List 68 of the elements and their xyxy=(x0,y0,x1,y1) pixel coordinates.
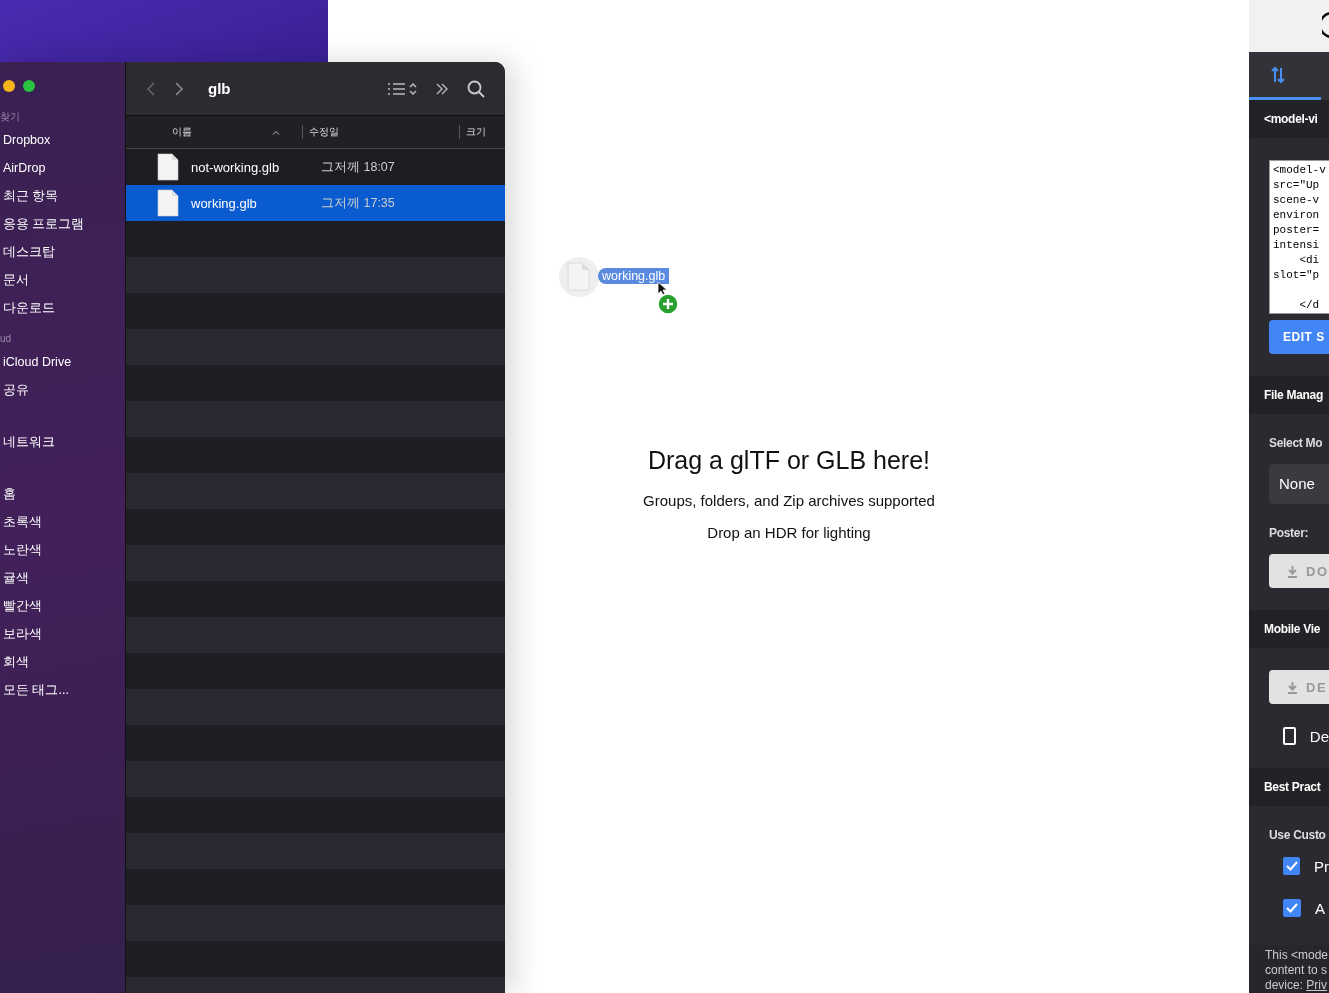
sidebar-item[interactable]: 문서 xyxy=(0,266,125,294)
file-icon xyxy=(157,189,179,217)
download-icon xyxy=(1287,680,1298,694)
sidebar-item[interactable]: 회색 xyxy=(0,648,125,676)
code-editor[interactable]: <model-v src="Up scene-v environ poster= intensi <di slot="p </d xyxy=(1269,160,1329,314)
section-header[interactable]: Best Pract xyxy=(1249,768,1329,806)
field-label: Poster: xyxy=(1269,526,1310,542)
sidebar-item[interactable]: 응용 프로그램 xyxy=(0,210,125,238)
field-label: Select Mo xyxy=(1269,436,1324,452)
sidebar-heading: ud xyxy=(0,332,13,346)
checkbox-label: De xyxy=(1309,727,1329,745)
forward-icon[interactable] xyxy=(174,80,184,97)
download-icon xyxy=(1287,564,1298,578)
sidebar-item[interactable]: Dropbox xyxy=(0,126,125,154)
file-name: working.glb xyxy=(191,195,258,211)
sort-arrows-icon xyxy=(1270,65,1285,84)
cursor-icon xyxy=(657,281,667,296)
drop-title: Drag a glTF or GLB here! xyxy=(647,446,931,475)
sidebar-item[interactable]: 최근 항목 xyxy=(0,182,125,210)
drop-hint: Drop an HDR for lighting xyxy=(707,523,871,543)
sidebar-item[interactable]: 데스크탑 xyxy=(0,238,125,266)
sort-caret-icon xyxy=(272,129,280,135)
field-label: Use Custo xyxy=(1269,828,1327,844)
checkbox[interactable] xyxy=(1283,857,1300,875)
add-icon xyxy=(657,293,679,315)
privacy-link[interactable]: Priv xyxy=(1306,978,1328,992)
sidebar-item[interactable]: 보라색 xyxy=(0,620,125,648)
select-field[interactable]: None xyxy=(1269,464,1329,504)
back-icon[interactable] xyxy=(146,80,156,97)
sidebar-item[interactable]: 네트워크 xyxy=(0,428,125,456)
file-icon xyxy=(157,153,179,181)
section-header[interactable]: File Manag xyxy=(1249,376,1329,414)
sidebar-item[interactable]: 빨간색 xyxy=(0,592,125,620)
notice-line: content to s xyxy=(1265,963,1329,978)
file-date: 그저께 17:35 xyxy=(321,194,395,212)
search-icon[interactable] xyxy=(467,79,485,98)
file-date: 그저께 18:07 xyxy=(321,158,395,176)
notice-line: device: Priv xyxy=(1265,978,1329,993)
sidebar-item[interactable]: AirDrop xyxy=(0,154,125,182)
sidebar-item[interactable]: 다운로드 xyxy=(0,294,125,322)
file-icon xyxy=(558,256,600,298)
sidebar-item[interactable]: 홈 xyxy=(0,480,125,508)
zoom-button[interactable] xyxy=(23,80,35,92)
file-name: not-working.glb xyxy=(191,159,281,175)
column-header[interactable]: 크기 xyxy=(459,125,486,139)
sidebar-item[interactable]: iCloud Drive xyxy=(0,348,125,376)
column-header[interactable]: 이름 xyxy=(172,125,272,139)
sidebar-item[interactable]: 노란색 xyxy=(0,536,125,564)
file-row[interactable]: working.glb 그저께 17:35 xyxy=(126,185,505,221)
checkbox[interactable] xyxy=(1283,899,1301,917)
edit-button[interactable]: EDIT S xyxy=(1269,320,1329,354)
minimize-button[interactable] xyxy=(3,80,15,92)
column-header[interactable]: 수정일 xyxy=(302,125,459,139)
sidebar-item[interactable]: 모든 태그... xyxy=(0,676,125,704)
section-header[interactable]: Mobile Vie xyxy=(1249,610,1329,648)
more-icon[interactable] xyxy=(435,81,449,96)
drop-subtitle: Groups, folders, and Zip archives supported xyxy=(643,491,935,511)
window-title: glb xyxy=(208,80,232,97)
section-header[interactable]: <model-vi xyxy=(1249,100,1329,138)
checkbox-label: A xyxy=(1315,899,1325,917)
sidebar-item[interactable]: 귤색 xyxy=(0,564,125,592)
notice-line: This <mode xyxy=(1265,948,1329,963)
checkbox-label: Pr xyxy=(1314,857,1329,875)
list-view-icon[interactable] xyxy=(387,80,417,97)
sidebar-heading: 찾기 xyxy=(0,110,21,124)
sidebar-item[interactable]: 공유 xyxy=(0,376,125,404)
sidebar-item[interactable]: 초록색 xyxy=(0,508,125,536)
drag-label: working.glb xyxy=(598,268,670,284)
